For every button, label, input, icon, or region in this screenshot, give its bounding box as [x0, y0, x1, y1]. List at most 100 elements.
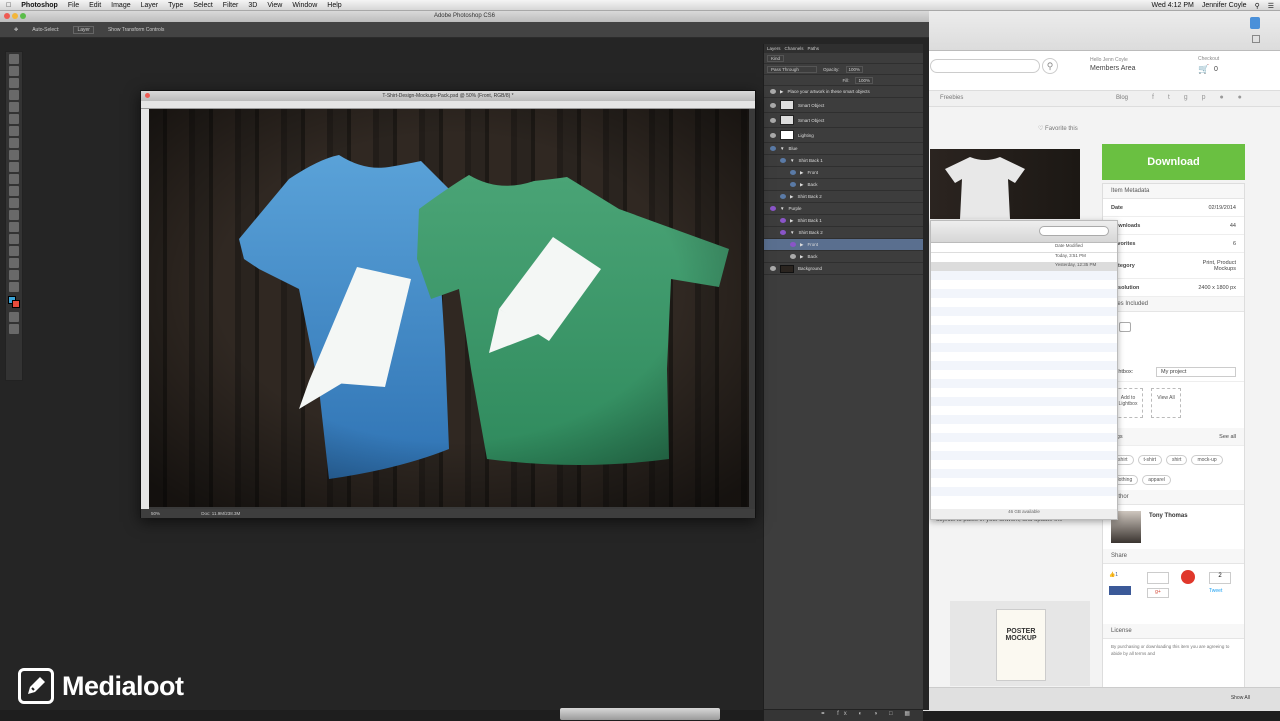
clock[interactable]: Wed 4:12 PM — [1152, 2, 1194, 9]
product-preview-image[interactable] — [930, 149, 1080, 219]
menu-image[interactable]: Image — [111, 2, 130, 9]
menu-view[interactable]: View — [267, 2, 282, 9]
user-name[interactable]: Jennifer Coyle — [1202, 2, 1247, 9]
zoom-icon[interactable] — [20, 13, 26, 19]
layer-row[interactable]: ▼ Shirt Back 2 — [764, 227, 923, 239]
path-select-icon[interactable] — [9, 246, 19, 256]
tab-channels[interactable]: Channels — [785, 46, 804, 51]
lightbox-select[interactable]: My project — [1156, 366, 1236, 377]
menu-layer[interactable]: Layer — [141, 2, 159, 9]
layer-row[interactable]: ▶ Back — [764, 251, 923, 263]
bookmark-icon[interactable] — [1250, 17, 1260, 29]
layer-row[interactable]: ▼ Blue — [764, 143, 923, 155]
nav-freebies[interactable]: Freebies — [940, 95, 963, 101]
dock[interactable] — [560, 708, 720, 720]
layer-row[interactable]: ▶ Front — [764, 167, 923, 179]
eye-icon[interactable] — [770, 89, 776, 94]
notifications-icon[interactable]: ☰ — [1268, 2, 1274, 10]
blend-mode-select[interactable]: Pass Through — [767, 65, 817, 73]
finder-row[interactable]: Yesterday, 12:35 PM — [931, 262, 1117, 271]
opacity-field[interactable]: 100% — [845, 65, 864, 73]
type-icon[interactable] — [9, 234, 19, 244]
zoom-level[interactable]: 50% — [151, 511, 160, 516]
auto-select-dropdown[interactable]: Layer — [73, 25, 94, 34]
eraser-icon[interactable] — [9, 174, 19, 184]
search-input[interactable] — [930, 59, 1040, 73]
eye-icon[interactable] — [790, 242, 796, 247]
menu-window[interactable]: Window — [292, 2, 317, 9]
eye-icon[interactable] — [790, 170, 796, 175]
tag[interactable]: shirt — [1166, 455, 1188, 465]
menu-filter[interactable]: Filter — [223, 2, 239, 9]
eye-icon[interactable] — [770, 102, 776, 108]
search-icon[interactable]: ⚲ — [1042, 58, 1058, 74]
layer-row[interactable]: Lighting — [764, 128, 923, 143]
show-transform-checkbox[interactable]: Show Transform Controls — [108, 27, 164, 33]
cart-count[interactable]: 0 — [1214, 66, 1218, 73]
move-icon[interactable] — [9, 54, 19, 64]
lasso-icon[interactable] — [9, 78, 19, 88]
nav-blog[interactable]: Blog — [1116, 95, 1128, 101]
column-header-date[interactable]: Date Modified — [931, 243, 1117, 253]
menu-3d[interactable]: 3D — [248, 2, 257, 9]
background-color[interactable] — [12, 300, 20, 308]
stamp-icon[interactable] — [9, 150, 19, 160]
layer-row[interactable]: ▶ Shirt Back 1 — [764, 215, 923, 227]
view-all-button[interactable]: View All — [1151, 388, 1181, 418]
eye-icon[interactable] — [790, 182, 796, 187]
tag[interactable]: t-shirt — [1137, 455, 1162, 465]
marquee-icon[interactable] — [9, 66, 19, 76]
brush-icon[interactable] — [9, 138, 19, 148]
apple-icon[interactable]:  — [6, 2, 11, 9]
menu-help[interactable]: Help — [327, 2, 341, 9]
minimize-icon[interactable] — [12, 13, 18, 19]
facebook-like-button[interactable] — [1109, 586, 1131, 595]
members-area-link[interactable]: Members Area — [1090, 65, 1136, 72]
layer-row[interactable]: ▼ Purple — [764, 203, 923, 215]
eye-icon[interactable] — [770, 146, 776, 151]
eye-icon[interactable] — [780, 194, 786, 199]
kind-filter[interactable]: Kind — [767, 54, 785, 62]
gplus-button[interactable]: g+ — [1147, 588, 1169, 598]
fill-field[interactable]: 100% — [855, 76, 873, 84]
tag[interactable]: apparel — [1142, 475, 1171, 485]
favorite-link[interactable]: ♡ Favorite this — [1038, 125, 1078, 132]
see-all-link[interactable]: See all — [1219, 434, 1236, 440]
finder-row[interactable]: Today, 3:51 PM — [931, 253, 1117, 262]
layer-row[interactable]: Background — [764, 263, 923, 275]
meta-value[interactable]: Print, Product Mockups — [1186, 260, 1236, 272]
like-button[interactable]: 👍1 — [1109, 572, 1131, 582]
tabs-icon[interactable] — [1252, 35, 1260, 43]
blur-icon[interactable] — [9, 198, 19, 208]
eye-icon[interactable] — [770, 117, 776, 123]
eye-icon[interactable] — [770, 266, 776, 271]
layer-row[interactable]: ▶ Place your artwork in these smart objec… — [764, 86, 923, 98]
layer-row[interactable]: Smart Object — [764, 98, 923, 113]
related-item-card[interactable]: POSTER MOCKUP — [950, 601, 1090, 686]
eyedropper-icon[interactable] — [9, 114, 19, 124]
color-swatches[interactable] — [8, 296, 20, 308]
doc-close-icon[interactable] — [145, 93, 150, 98]
download-button[interactable]: Download — [1102, 144, 1245, 180]
close-icon[interactable] — [4, 13, 10, 19]
dodge-icon[interactable] — [9, 210, 19, 220]
eye-icon[interactable] — [770, 206, 776, 211]
author-name[interactable]: Tony Thomas — [1149, 513, 1188, 519]
auto-select-checkbox[interactable]: Auto-Select: — [32, 27, 59, 33]
eye-icon[interactable] — [780, 230, 786, 235]
eye-icon[interactable] — [790, 254, 796, 259]
canvas[interactable] — [149, 109, 749, 507]
crop-icon[interactable] — [9, 102, 19, 112]
social-icons[interactable]: f t g p ● ● — [1152, 94, 1248, 101]
quick-select-icon[interactable] — [9, 90, 19, 100]
screen-mode-icon[interactable] — [9, 324, 19, 334]
pen-icon[interactable] — [9, 222, 19, 232]
layer-row[interactable]: ▼ Shirt Back 1 — [764, 155, 923, 167]
shape-icon[interactable] — [9, 258, 19, 268]
finder-search-input[interactable] — [1039, 226, 1109, 236]
tab-paths[interactable]: Paths — [808, 46, 820, 51]
quick-mask-icon[interactable] — [9, 312, 19, 322]
eye-icon[interactable] — [780, 218, 786, 223]
hand-icon[interactable] — [9, 270, 19, 280]
layer-actions-bar[interactable]: ⚭ fx ◐ ◑ □ ▦ — [764, 709, 923, 721]
